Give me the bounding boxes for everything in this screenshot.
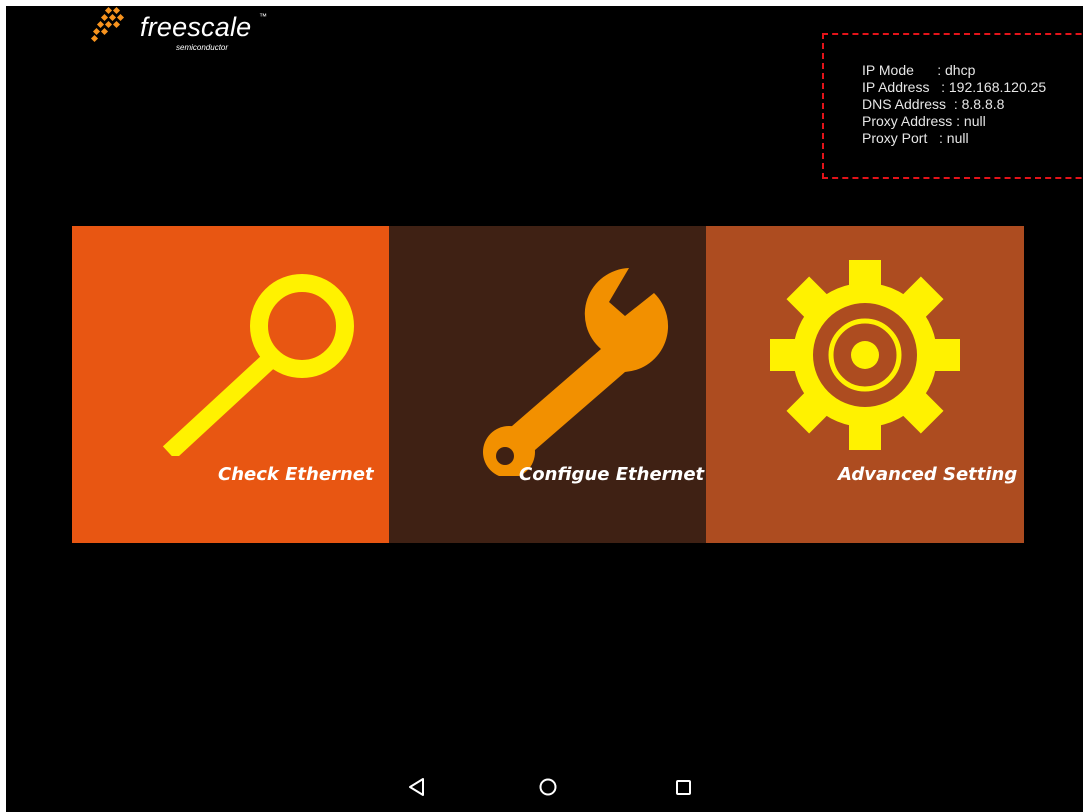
- magnifier-icon: [162, 274, 354, 456]
- app-screen: freescale ™ semiconductor IP Mode : dhcp…: [6, 6, 1083, 812]
- dns-address-text: DNS Address : 8.8.8.8: [862, 96, 1005, 112]
- check-ethernet-tile[interactable]: Check Ethernet: [72, 226, 389, 543]
- brand-name: freescale: [140, 12, 252, 42]
- proxy-port-text: Proxy Port : null: [862, 130, 969, 146]
- freescale-logo: freescale ™ semiconductor: [90, 6, 280, 58]
- back-button[interactable]: [402, 772, 432, 802]
- gear-icon: [770, 260, 960, 450]
- home-icon: [539, 778, 557, 796]
- brand-trademark: ™: [259, 12, 267, 21]
- ip-address-text: IP Address : 192.168.120.25: [862, 79, 1047, 95]
- configure-ethernet-tile[interactable]: Configue Ethernet: [389, 226, 706, 543]
- network-info-panel: IP Mode : dhcp IP Address : 192.168.120.…: [822, 33, 1083, 179]
- advanced-setting-tile[interactable]: Advanced Setting: [706, 226, 1024, 543]
- recents-icon: [676, 780, 691, 795]
- configure-ethernet-label: Configue Ethernet: [519, 464, 705, 485]
- network-info-lines: IP Mode : dhcp IP Address : 192.168.120.…: [862, 62, 1046, 147]
- proxy-address-text: Proxy Address : null: [862, 113, 986, 129]
- freescale-mark-icon: [90, 6, 125, 43]
- menu-tiles: Check Ethernet Configue Ethernet Advance…: [72, 226, 1024, 543]
- advanced-setting-label: Advanced Setting: [838, 464, 1018, 485]
- back-icon: [409, 778, 424, 796]
- wrench-icon: [483, 268, 669, 476]
- android-navigation-bar: [6, 764, 1083, 812]
- check-ethernet-label: Check Ethernet: [218, 464, 374, 485]
- ip-mode-text: IP Mode : dhcp: [862, 62, 976, 78]
- recents-button[interactable]: [668, 772, 698, 802]
- home-button[interactable]: [533, 772, 563, 802]
- brand-subtitle: semiconductor: [176, 43, 229, 52]
